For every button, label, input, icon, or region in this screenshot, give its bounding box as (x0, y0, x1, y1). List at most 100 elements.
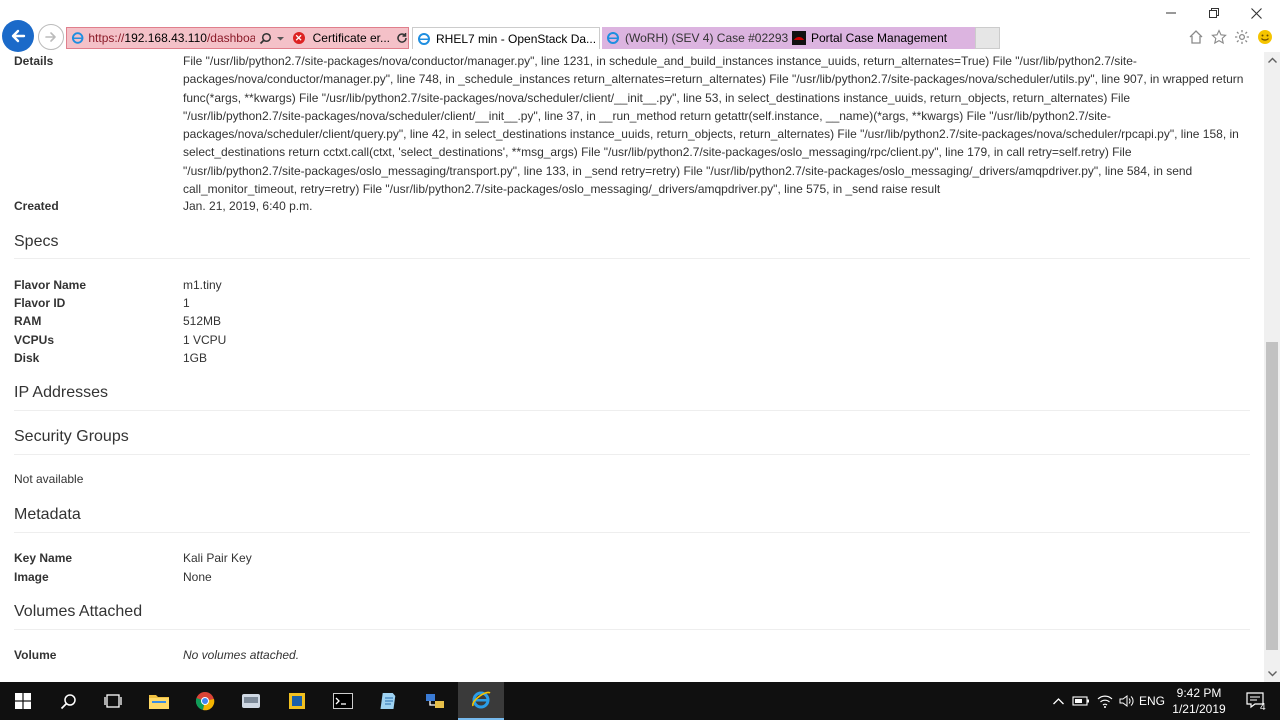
volume-icon[interactable] (1116, 682, 1138, 720)
page-content: Details File "/usr/lib/python2.7/site-pa… (0, 52, 1264, 682)
spec-value: 1 (183, 296, 190, 310)
spec-label: Disk (14, 351, 40, 365)
spec-label: RAM (14, 314, 42, 328)
internet-explorer-button[interactable] (458, 682, 504, 720)
close-window-button[interactable] (1234, 0, 1278, 26)
metadata-label: Key Name (14, 551, 73, 565)
file-explorer-button[interactable] (136, 682, 182, 720)
battery-icon[interactable] (1070, 682, 1092, 720)
vertical-scrollbar[interactable] (1264, 52, 1280, 682)
app-button-4[interactable] (412, 682, 458, 720)
chevron-down-icon[interactable] (276, 34, 285, 43)
created-label: Created (14, 199, 59, 213)
spec-label: Flavor ID (14, 296, 66, 310)
app-button-3[interactable] (366, 682, 412, 720)
ie-page-icon (418, 32, 430, 45)
minimize-button[interactable] (1149, 0, 1193, 26)
tab-label: (WoRH) (SEV 4) Case #0229307... (625, 31, 788, 45)
show-hidden-icons-button[interactable] (1048, 682, 1068, 720)
arrow-right-icon (45, 32, 56, 42)
disk-utility-icon (242, 694, 260, 708)
gear-icon[interactable] (1233, 28, 1251, 46)
spec-value: 1 VCPU (183, 333, 227, 347)
metadata-heading: Metadata (14, 506, 81, 523)
spec-value: m1.tiny (183, 278, 222, 292)
error-icon: ✕ (292, 32, 305, 44)
details-value: File "/usr/lib/python2.7/site-packages/n… (183, 54, 1244, 197)
back-button[interactable] (2, 20, 34, 52)
chevron-up-icon (1052, 697, 1064, 704)
minimize-icon (1166, 12, 1176, 14)
terminal-button[interactable] (320, 682, 366, 720)
notification-count: 4 (1260, 702, 1266, 713)
app-button-2[interactable] (274, 682, 320, 720)
tab-label: RHEL7 min - OpenStack Da... (436, 31, 597, 46)
virtualbox-icon (289, 693, 305, 709)
ie-icon (472, 691, 491, 709)
security-groups-value: Not available (14, 472, 84, 486)
spec-value: 512MB (183, 314, 222, 328)
terminal-icon (333, 693, 353, 709)
restore-button[interactable] (1192, 0, 1236, 26)
spec-label: VCPUs (14, 333, 55, 347)
taskbar: ENG 9:42 PM 1/21/2019 4 (0, 682, 1280, 720)
scroll-up-icon[interactable] (1264, 52, 1280, 68)
specs-heading: Specs (14, 233, 59, 250)
folder-icon (149, 695, 169, 709)
security-groups-heading: Security Groups (14, 428, 129, 445)
search-icon[interactable] (259, 32, 272, 45)
clock-date: 1/21/2019 (1172, 702, 1226, 716)
clock[interactable]: 9:42 PM 1/21/2019 (1164, 685, 1234, 717)
refresh-icon[interactable] (396, 32, 408, 44)
search-icon (60, 693, 76, 709)
details-label: Details (14, 54, 54, 68)
divider (14, 454, 1250, 455)
favorites-star-icon[interactable] (1210, 28, 1228, 46)
certificate-error-button[interactable]: ✕ Certificate er... (292, 31, 390, 45)
home-icon[interactable] (1187, 28, 1205, 46)
scroll-down-icon[interactable] (1264, 666, 1280, 682)
ip-addresses-heading: IP Addresses (14, 384, 108, 401)
wifi-icon[interactable] (1094, 682, 1116, 720)
divider (14, 532, 1250, 533)
clock-time: 9:42 PM (1176, 686, 1222, 700)
scrollbar-thumb[interactable] (1266, 342, 1278, 650)
chrome-icon (195, 692, 215, 711)
app-button-1[interactable] (228, 682, 274, 720)
address-bar[interactable]: https://192.168.43.110/dashboard/project… (66, 27, 409, 49)
metadata-value: Kali Pair Key (183, 551, 252, 565)
feedback-smiley-icon[interactable] (1256, 28, 1274, 46)
tab-label: Portal Case Management (811, 31, 948, 45)
action-center-button[interactable]: 4 (1236, 682, 1276, 720)
language-indicator[interactable]: ENG (1138, 682, 1166, 720)
redhat-icon (792, 31, 806, 45)
start-button[interactable] (0, 682, 46, 720)
volume-value: No volumes attached. (183, 648, 300, 662)
tab-openstack[interactable]: RHEL7 min - OpenStack Da... ✕ (412, 27, 600, 49)
task-view-icon (104, 694, 122, 708)
arrow-left-icon (11, 29, 26, 43)
divider (14, 410, 1250, 411)
ie-page-icon (71, 32, 84, 44)
close-icon (1250, 7, 1262, 19)
forward-button[interactable] (38, 24, 64, 50)
browser-chrome: https://192.168.43.110/dashboard/project… (0, 0, 1280, 52)
new-tab-button[interactable] (975, 27, 1000, 49)
chrome-button[interactable] (182, 682, 228, 720)
tab-case[interactable]: (WoRH) (SEV 4) Case #0229307... (602, 27, 788, 49)
task-view-button[interactable] (90, 682, 136, 720)
tab-portal[interactable]: Portal Case Management (788, 27, 975, 49)
search-button[interactable] (45, 682, 91, 720)
metadata-label: Image (14, 570, 49, 584)
spec-value: 1GB (183, 351, 208, 365)
restore-icon (1209, 8, 1219, 18)
spec-label: Flavor Name (14, 278, 87, 292)
created-value: Jan. 21, 2019, 6:40 p.m. (183, 199, 313, 213)
windows-logo-icon (15, 693, 31, 709)
url-text[interactable]: https://192.168.43.110/dashboard/project… (88, 31, 254, 45)
volume-label: Volume (14, 648, 57, 662)
metadata-value: None (183, 570, 212, 584)
network-tool-icon (426, 694, 444, 708)
divider (14, 258, 1250, 259)
volumes-heading: Volumes Attached (14, 603, 143, 620)
